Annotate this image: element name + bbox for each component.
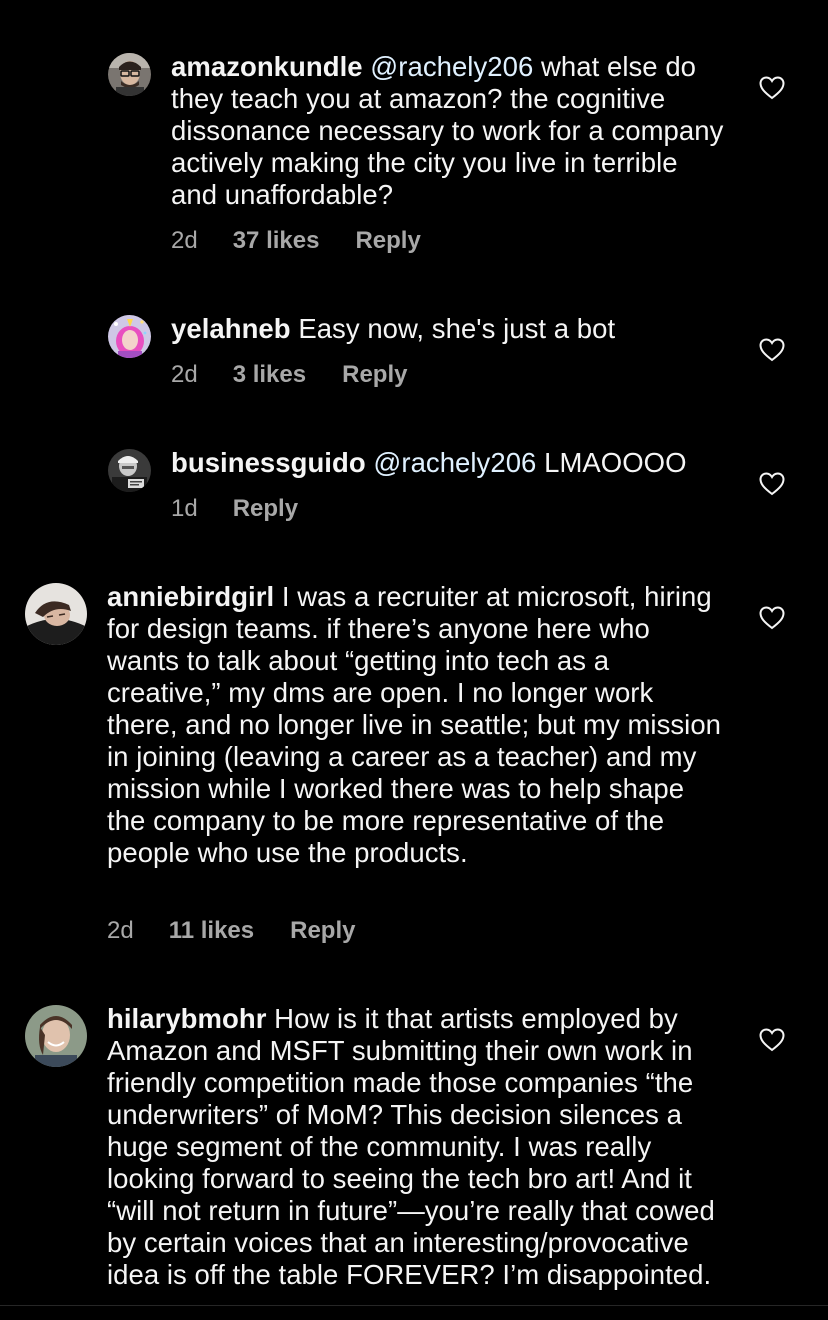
comment-timestamp: 2d: [107, 917, 134, 944]
avatar[interactable]: [108, 53, 151, 96]
comment-text: hilarybmohr How is it that artists emplo…: [107, 1003, 727, 1291]
comment-reply: businessguido @rachely206 LMAOOOO 1d Rep…: [0, 444, 828, 544]
comment-body: I was a recruiter at microsoft, hiring f…: [107, 581, 722, 868]
comment-username[interactable]: amazonkundle: [171, 51, 363, 82]
comment-input-bar-edge: [0, 1305, 828, 1320]
comment-reply: yelahneb Easy now, she's just a bot 2d 3…: [0, 310, 828, 410]
comment-meta: 2d 11 likes Reply: [107, 916, 355, 946]
comment-text: anniebirdgirl I was a recruiter at micro…: [107, 581, 727, 869]
comment-meta: 1d Reply: [171, 494, 298, 524]
comment-likes-count[interactable]: 11 likes: [169, 916, 254, 946]
avatar[interactable]: [25, 583, 87, 645]
comment-meta: 2d 37 likes Reply: [171, 226, 421, 256]
comment-text: yelahneb Easy now, she's just a bot: [171, 313, 731, 345]
comment-reply: amazonkundle @rachely206 what else do th…: [0, 48, 828, 268]
comment-body: LMAOOOO: [536, 447, 687, 478]
comment-top-level: anniebirdgirl I was a recruiter at micro…: [0, 578, 828, 958]
comment-username[interactable]: hilarybmohr: [107, 1003, 266, 1034]
comment-mention[interactable]: @rachely206: [363, 51, 534, 82]
heart-icon[interactable]: [759, 472, 785, 496]
comment-meta: 2d 3 likes Reply: [171, 360, 407, 390]
comment-username[interactable]: businessguido: [171, 447, 366, 478]
heart-icon[interactable]: [759, 606, 785, 630]
avatar[interactable]: [25, 1005, 87, 1067]
comment-likes-count[interactable]: 37 likes: [233, 226, 320, 256]
reply-button[interactable]: Reply: [355, 226, 420, 256]
comment-body: How is it that artists employed by Amazo…: [107, 1003, 715, 1290]
comment-top-level: hilarybmohr How is it that artists emplo…: [0, 1000, 828, 1305]
comment-timestamp: 2d: [171, 361, 198, 388]
heart-icon[interactable]: [759, 338, 785, 362]
comment-timestamp: 2d: [171, 227, 198, 254]
comment-text: businessguido @rachely206 LMAOOOO: [171, 447, 731, 479]
comment-username[interactable]: yelahneb: [171, 313, 291, 344]
comment-timestamp: 1d: [171, 495, 198, 522]
comment-text: amazonkundle @rachely206 what else do th…: [171, 51, 731, 211]
comment-likes-count[interactable]: 3 likes: [233, 360, 306, 390]
avatar[interactable]: [108, 315, 151, 358]
comment-username[interactable]: anniebirdgirl: [107, 581, 274, 612]
reply-button[interactable]: Reply: [233, 494, 298, 524]
reply-button[interactable]: Reply: [342, 360, 407, 390]
avatar[interactable]: [108, 449, 151, 492]
comment-body: Easy now, she's just a bot: [290, 313, 616, 344]
comment-mention[interactable]: @rachely206: [366, 447, 537, 478]
heart-icon[interactable]: [759, 1028, 785, 1052]
reply-button[interactable]: Reply: [290, 916, 355, 946]
heart-icon[interactable]: [759, 76, 785, 100]
